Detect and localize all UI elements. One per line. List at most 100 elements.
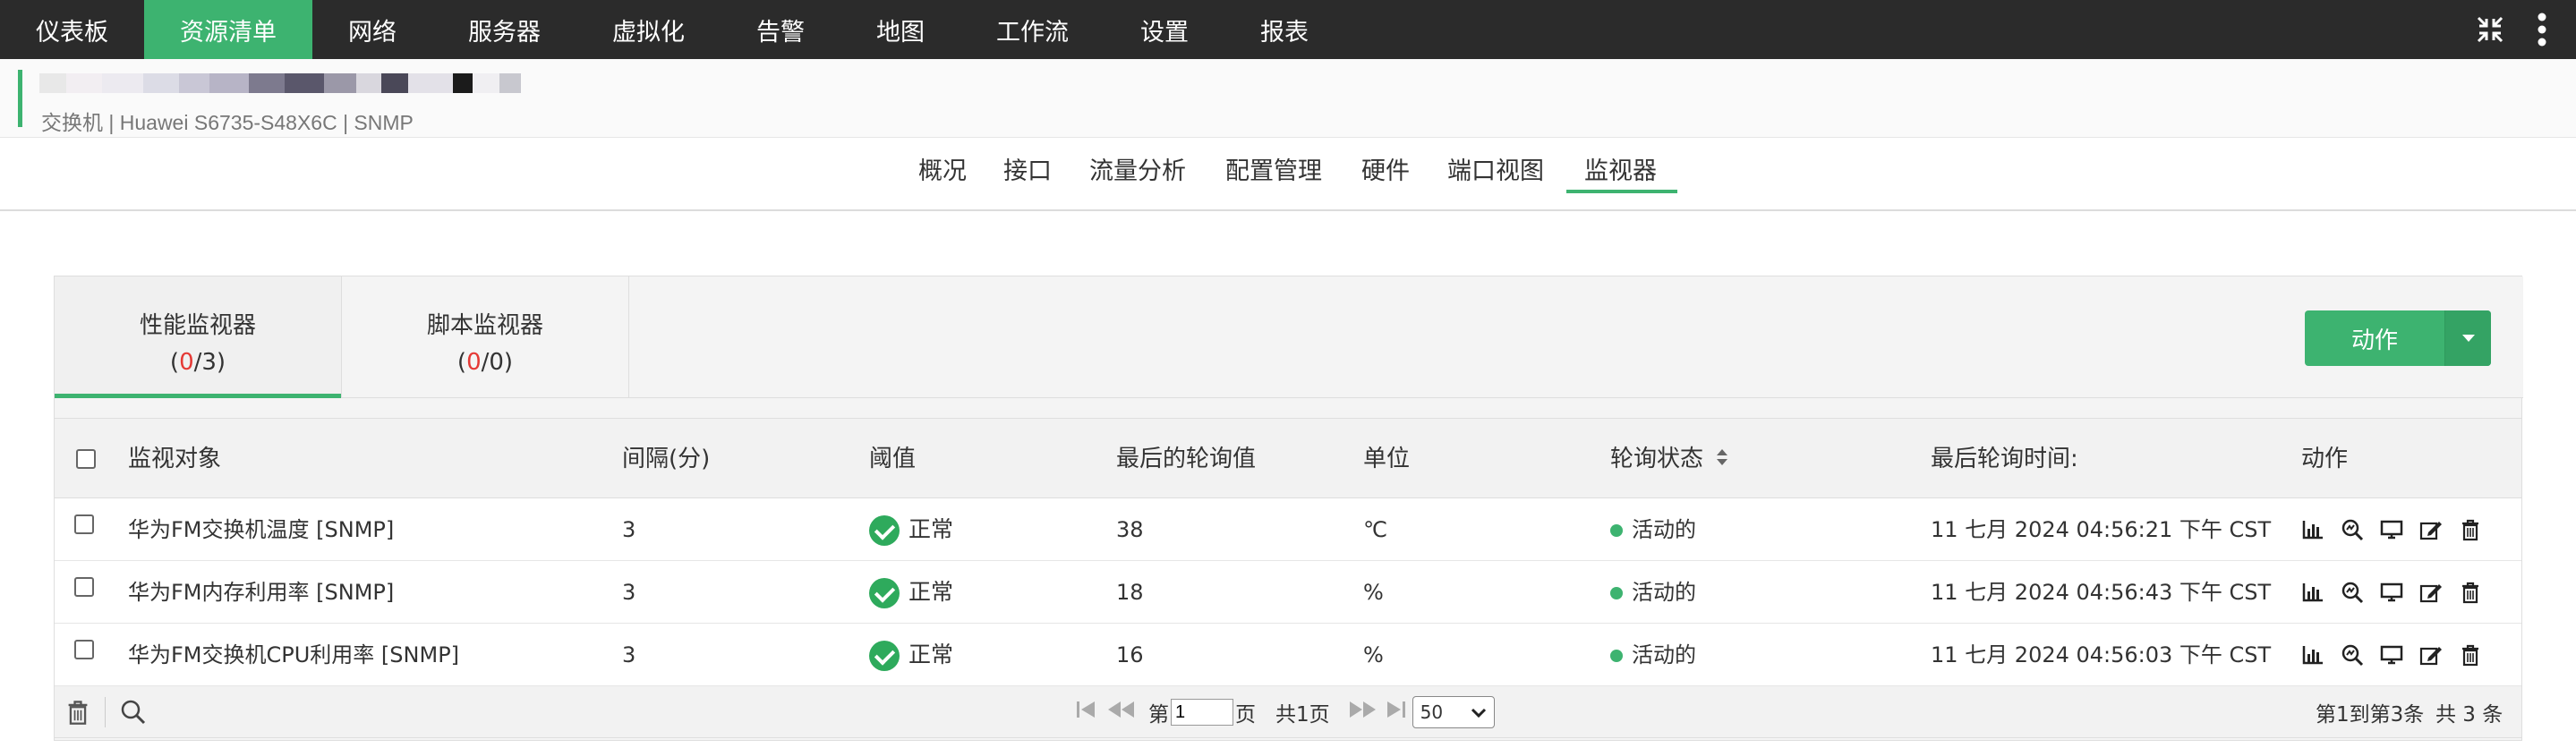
script-monitors-label: 脚本监视器 xyxy=(426,312,543,339)
poll-status: 活动的 xyxy=(1610,624,1696,686)
zoom-analyze-icon[interactable] xyxy=(2341,518,2364,541)
monitor-display-icon[interactable] xyxy=(2380,581,2403,604)
nav-network[interactable]: 网络 xyxy=(312,0,432,59)
poll-status: 活动的 xyxy=(1610,498,1696,561)
trash-icon[interactable] xyxy=(2459,643,2482,667)
monitors-table: 监视对象 间隔(分) 阈值 最后的轮询值 单位 轮询状态 最后轮询时间: 动作 … xyxy=(55,418,2521,738)
col-unit[interactable]: 单位 xyxy=(1363,419,1410,499)
edit-icon[interactable] xyxy=(2419,643,2443,667)
device-header: 交换机 | Huawei S6735-S48X6C | SNMP xyxy=(0,59,2576,138)
page-size-value: 50 xyxy=(1420,701,1444,723)
caret-down-icon[interactable] xyxy=(2444,310,2491,366)
threshold-status: 正常 xyxy=(869,624,953,686)
nav-settings[interactable]: 设置 xyxy=(1105,0,1224,59)
header-accent-bar xyxy=(18,70,22,127)
nav-dashboard[interactable]: 仪表板 xyxy=(0,0,144,59)
nav-inventory[interactable]: 资源清单 xyxy=(144,0,312,59)
chevron-down-icon xyxy=(1471,701,1487,723)
monitors-panel: 性能监视器 (0/3) 脚本监视器 (0/0) 动作 监视对象 间隔(分) 阈值… xyxy=(54,276,2523,741)
col-poll-status[interactable]: 轮询状态 xyxy=(1610,419,1728,499)
unit-value: % xyxy=(1363,642,1384,667)
actions-button[interactable]: 动作 xyxy=(2305,310,2491,366)
table-header: 监视对象 间隔(分) 阈值 最后的轮询值 单位 轮询状态 最后轮询时间: 动作 xyxy=(55,418,2521,498)
col-last-poll-time[interactable]: 最后轮询时间: xyxy=(1931,419,2078,499)
page-size-select[interactable]: 50 xyxy=(1412,696,1495,728)
poll-status: 活动的 xyxy=(1610,561,1696,624)
collapse-icon[interactable] xyxy=(2472,12,2508,47)
top-nav: 仪表板 资源清单 网络 服务器 虚拟化 告警 地图 工作流 设置 报表 xyxy=(0,0,2576,59)
performance-monitors-count: (0/3) xyxy=(169,349,226,376)
monitor-display-icon[interactable] xyxy=(2380,518,2403,541)
trash-icon[interactable] xyxy=(2459,581,2482,604)
last-poll-time: 11 七月 2024 04:56:03 下午 CST xyxy=(1931,642,2272,667)
row-checkbox[interactable] xyxy=(74,640,94,659)
actions-button-label: 动作 xyxy=(2350,327,2398,354)
last-poll-time: 11 七月 2024 04:56:21 下午 CST xyxy=(1931,517,2272,542)
tab-overview[interactable]: 概况 xyxy=(918,154,967,193)
nav-alarms[interactable]: 告警 xyxy=(721,0,840,59)
tab-script-monitors[interactable]: 脚本监视器 (0/0) xyxy=(342,276,628,398)
row-actions xyxy=(2301,561,2482,624)
bar-chart-icon[interactable] xyxy=(2301,581,2324,604)
bar-chart-icon[interactable] xyxy=(2301,643,2324,667)
tab-monitors[interactable]: 监视器 xyxy=(1566,154,1677,193)
col-threshold[interactable]: 阈值 xyxy=(869,419,916,499)
monitor-object-name[interactable]: 华为FM内存利用率 [SNMP] xyxy=(128,561,394,624)
edit-icon[interactable] xyxy=(2419,518,2443,541)
nav-servers[interactable]: 服务器 xyxy=(432,0,576,59)
last-value: 38 xyxy=(1116,517,1144,542)
nav-virtualization[interactable]: 虚拟化 xyxy=(576,0,721,59)
interval-value: 3 xyxy=(622,517,636,542)
tab-config-management[interactable]: 配置管理 xyxy=(1225,154,1322,193)
zoom-analyze-icon[interactable] xyxy=(2341,643,2364,667)
tab-port-view[interactable]: 端口视图 xyxy=(1447,154,1544,193)
nav-workflow[interactable]: 工作流 xyxy=(960,0,1105,59)
bar-chart-icon[interactable] xyxy=(2301,518,2324,541)
check-circle-icon xyxy=(869,578,900,608)
page-label-suffix: 页 xyxy=(1235,703,1256,727)
footer-divider xyxy=(105,686,106,738)
row-checkbox[interactable] xyxy=(74,577,94,597)
next-page-icon[interactable] xyxy=(1348,699,1378,726)
tab-interfaces[interactable]: 接口 xyxy=(1003,154,1052,193)
check-circle-icon xyxy=(869,515,900,546)
last-value: 16 xyxy=(1116,642,1144,667)
tab-performance-monitors[interactable]: 性能监视器 (0/3) xyxy=(55,276,341,398)
monitor-display-icon[interactable] xyxy=(2380,643,2403,667)
edit-icon[interactable] xyxy=(2419,581,2443,604)
table-row: 华为FM交换机CPU利用率 [SNMP] 3 正常 16 % 活动的 11 七月… xyxy=(55,624,2521,686)
last-value: 18 xyxy=(1116,580,1144,605)
first-page-icon[interactable] xyxy=(1075,699,1098,726)
select-all-checkbox[interactable] xyxy=(76,449,96,469)
interval-value: 3 xyxy=(622,642,636,667)
bulk-delete-icon[interactable] xyxy=(65,686,90,738)
tab-hardware[interactable]: 硬件 xyxy=(1361,154,1410,193)
col-last-value[interactable]: 最后的轮询值 xyxy=(1116,419,1256,499)
device-subtabs: 概况 接口 流量分析 配置管理 硬件 端口视图 监视器 xyxy=(0,138,2576,211)
col-interval[interactable]: 间隔(分) xyxy=(622,419,710,499)
page-number-input[interactable] xyxy=(1171,699,1233,726)
nav-maps[interactable]: 地图 xyxy=(840,0,960,59)
trash-icon[interactable] xyxy=(2459,518,2482,541)
monitor-object-name[interactable]: 华为FM交换机温度 [SNMP] xyxy=(128,498,394,561)
col-object[interactable]: 监视对象 xyxy=(128,419,221,499)
performance-monitors-label: 性能监视器 xyxy=(139,312,256,339)
last-page-icon[interactable] xyxy=(1384,699,1407,726)
zoom-analyze-icon[interactable] xyxy=(2341,581,2364,604)
prev-page-icon[interactable] xyxy=(1105,699,1136,726)
interval-value: 3 xyxy=(622,580,636,605)
more-vertical-icon[interactable] xyxy=(2524,12,2560,47)
monitor-type-tabs: 性能监视器 (0/3) 脚本监视器 (0/0) 动作 xyxy=(55,276,2523,398)
row-actions xyxy=(2301,498,2482,561)
unit-value: ℃ xyxy=(1363,517,1387,542)
device-name-redacted xyxy=(39,73,594,97)
sort-icon[interactable] xyxy=(1716,420,1728,500)
nav-reports[interactable]: 报表 xyxy=(1224,0,1344,59)
unit-value: % xyxy=(1363,580,1384,605)
status-dot-icon xyxy=(1610,650,1623,662)
search-icon[interactable] xyxy=(119,686,148,738)
tab-traffic-analysis[interactable]: 流量分析 xyxy=(1089,154,1186,193)
row-checkbox[interactable] xyxy=(74,514,94,534)
record-total: 共 3 条 xyxy=(2435,703,2503,727)
monitor-object-name[interactable]: 华为FM交换机CPU利用率 [SNMP] xyxy=(128,624,459,686)
